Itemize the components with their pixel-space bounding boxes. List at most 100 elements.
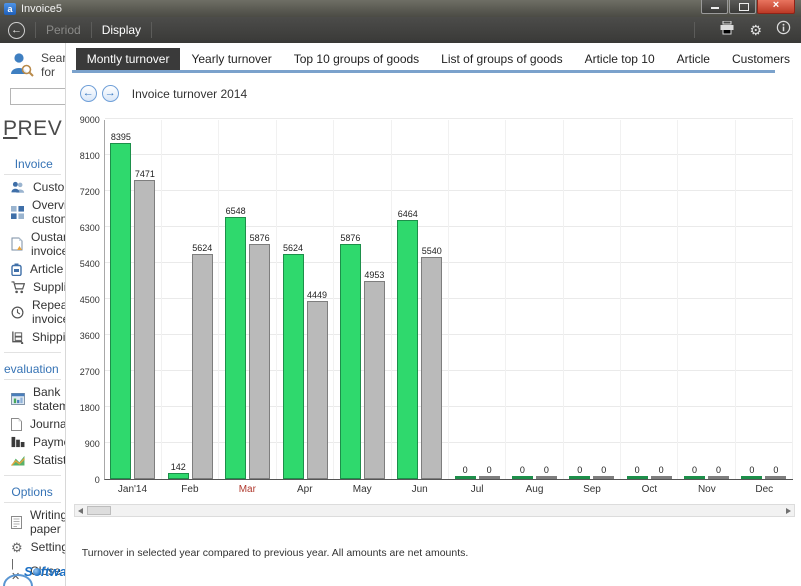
sidebar-item-statistics[interactable]: Statistics [4,451,61,469]
bar [708,476,729,479]
gear-icon[interactable]: ⚙ [749,23,762,37]
month-label: Mar [219,484,276,495]
preview-text: PREV [3,117,62,143]
sidebar-item-label: Customers [33,180,66,194]
sidebar-item-settings[interactable]: ⚙ Settings [4,538,61,556]
toolbar: ← Period Display ⚙ [0,17,801,43]
main-area: Search for GO PREV 03 11:17 hour Invoice… [0,43,801,586]
tab-article-top10[interactable]: Article top 10 [574,48,666,70]
x-axis-labels: Jan'14FebMarAprMayJunJulAugSepOctNovDec [104,484,793,495]
bank-statements-icon [11,393,25,405]
bar [455,476,476,479]
toolbar-right-icons: ⚙ [684,20,791,40]
y-tick-label: 6300 [80,223,100,233]
softwarenetz-logo: SftwareNetz [24,564,66,579]
sidebar-item-customers[interactable]: Customers [4,178,61,196]
sidebar-item-bank-statements[interactable]: Bank statements [4,383,61,415]
sidebar-item-overview-customers[interactable]: Overview customers [4,196,61,228]
sidebar-item-outstanding-invoices[interactable]: Oustanding invoices [4,228,61,260]
bar [110,143,131,479]
month-group: 65485876 [219,120,276,479]
clock-icon [11,306,24,319]
bar-column: 0 [512,465,533,479]
back-icon[interactable]: ← [8,22,25,39]
bar [741,476,762,479]
y-tick-label: 2700 [80,367,100,377]
tab-yearly-turnover[interactable]: Yearly turnover [180,48,282,70]
bar-value-label: 0 [749,465,754,475]
search-input[interactable] [10,88,66,105]
sidebar-item-suppliers[interactable]: Suppliers [4,278,61,296]
month-label: Sep [563,484,620,495]
bar [765,476,786,479]
sidebar-item-writing-paper[interactable]: Writing paper [4,506,61,538]
bar [134,180,155,479]
sidebar-item-shipping[interactable]: Shipping [4,328,61,346]
month-group: 56244449 [277,120,334,479]
month-group: 83957471 [105,120,162,479]
maximize-button[interactable] [729,0,756,14]
tab-top10-groups[interactable]: Top 10 groups of goods [283,48,430,70]
bar-column: 7471 [134,169,155,479]
titlebar: a Invoice5 [0,0,801,17]
month-group: 1425624 [162,120,219,479]
menu-display[interactable]: Display [102,23,141,37]
bar-column: 0 [569,465,590,479]
printer-icon[interactable] [719,21,735,40]
sidebar-item-label: Repeating invoices [32,298,66,326]
sidebar-item-payments[interactable]: Payments [4,433,61,451]
scroll-left-icon[interactable] [78,508,83,514]
scrollbar-thumb[interactable] [87,506,111,515]
sidebar-item-label: Writing paper [30,508,66,536]
article-icon [11,263,22,276]
bar-value-label: 0 [577,465,582,475]
sidebar-item-label: Shipping [32,330,66,344]
horizontal-scrollbar[interactable] [74,504,795,517]
bar-column: 5624 [192,243,213,479]
y-tick-label: 1800 [80,403,100,413]
next-period-icon[interactable]: → [102,85,119,102]
menu-period[interactable]: Period [46,23,81,37]
statistics-icon [11,454,25,466]
bar-column: 142 [168,462,189,479]
bar-value-label: 0 [659,465,664,475]
bar-column: 0 [684,465,705,479]
bar-value-label: 7471 [135,169,155,179]
sidebar-item-article[interactable]: Article [4,260,61,278]
bar-column: 6548 [225,206,246,479]
bar [479,476,500,479]
tab-customers[interactable]: Customers [721,48,801,70]
info-icon[interactable] [776,20,791,40]
section-header-evaluation: evaluation [4,353,61,380]
bar-column: 6464 [397,209,418,479]
tab-montly-turnover[interactable]: Montly turnover [76,48,181,70]
scroll-right-icon[interactable] [786,508,791,514]
month-label: Jan'14 [104,484,161,495]
bar-column: 5624 [283,243,304,479]
y-axis-labels: 0900180027003600450054006300720081009000 [74,120,104,480]
bar-value-label: 0 [692,465,697,475]
month-label: Feb [161,484,218,495]
section-header-invoice: Invoice [4,148,61,175]
gridline [105,118,793,119]
minimize-button[interactable] [701,0,728,14]
close-button[interactable] [757,0,795,14]
month-group: 00 [564,120,621,479]
sidebar: Search for GO PREV 03 11:17 hour Invoice… [0,43,66,586]
tab-list-of-groups[interactable]: List of groups of goods [430,48,573,70]
tab-article[interactable]: Article [666,48,721,70]
bar-column: 0 [455,465,476,479]
bar [283,254,304,479]
bar-value-label: 4953 [364,270,384,280]
month-group: 00 [621,120,678,479]
sidebar-item-label: Payments [33,435,66,449]
sidebar-item-repeating-invoices[interactable]: Repeating invoices [4,296,61,328]
bar-value-label: 0 [773,465,778,475]
search-row: Search for [10,51,65,83]
sidebar-item-journal[interactable]: Journal [4,415,61,433]
previous-period-icon[interactable]: ← [80,85,97,102]
app-icon: a [4,3,16,15]
month-label: Jul [448,484,505,495]
customers-icon [11,181,25,194]
bar-value-label: 0 [520,465,525,475]
